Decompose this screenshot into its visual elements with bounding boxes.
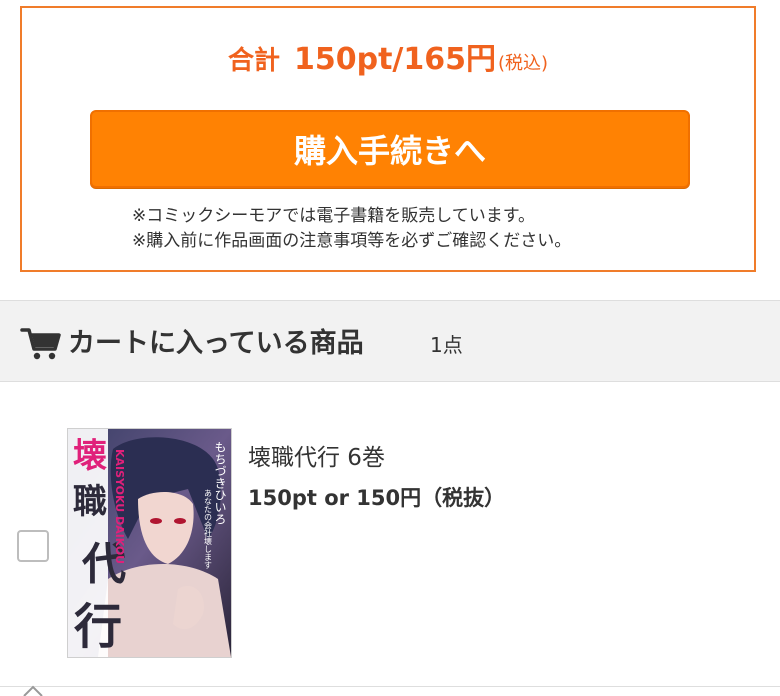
purchase-notes: ※コミックシーモアでは電子書籍を販売しています。 ※購入前に作品画面の注意事項等… (132, 204, 571, 254)
cover-title-kanji: 職 (73, 482, 107, 522)
cart-item: 壊 職 代 行 KAISYOKU DAIKOU もちづきひいろ あなたの会社壊し… (0, 382, 780, 686)
cart-header: カートに入っている商品 1点 (0, 300, 780, 382)
tax-note: (税込) (498, 53, 549, 74)
cover-title-romaji: KAISYOKU DAIKOU (113, 449, 126, 564)
item-price: 150pt or 150円（税抜） (248, 486, 506, 510)
item-cover-image[interactable]: 壊 職 代 行 KAISYOKU DAIKOU もちづきひいろ あなたの会社壊し… (67, 428, 232, 658)
cover-blurb: あなたの会社壊します (204, 489, 213, 569)
total-label: 合計 (227, 46, 280, 76)
cart-count: 1点 (430, 333, 463, 357)
cover-title-kanji: 壊 (73, 436, 107, 476)
note-line: ※購入前に作品画面の注意事項等を必ずご確認ください。 (132, 231, 572, 251)
cart-icon (20, 328, 61, 360)
cart-title: カートに入っている商品 (68, 328, 364, 359)
cover-title-kanji: 行 (74, 599, 122, 655)
item-select-checkbox[interactable] (17, 530, 49, 562)
checkout-button[interactable]: 購入手続きへ (90, 110, 690, 188)
total-line: 合計 150pt/165円 (税込) (22, 34, 754, 78)
item-title[interactable]: 壊職代行 6巻 (248, 438, 385, 472)
order-summary: 合計 150pt/165円 (税込) 購入手続きへ ※コミックシーモアでは電子書籍を… (20, 6, 756, 272)
cover-author: もちづきひいろ (213, 441, 227, 525)
total-value: 150pt/165円 (293, 42, 496, 77)
note-line: ※コミックシーモアでは電子書籍を販売しています。 (132, 206, 536, 226)
divider (0, 686, 780, 687)
chevron-up-icon[interactable] (22, 684, 44, 696)
